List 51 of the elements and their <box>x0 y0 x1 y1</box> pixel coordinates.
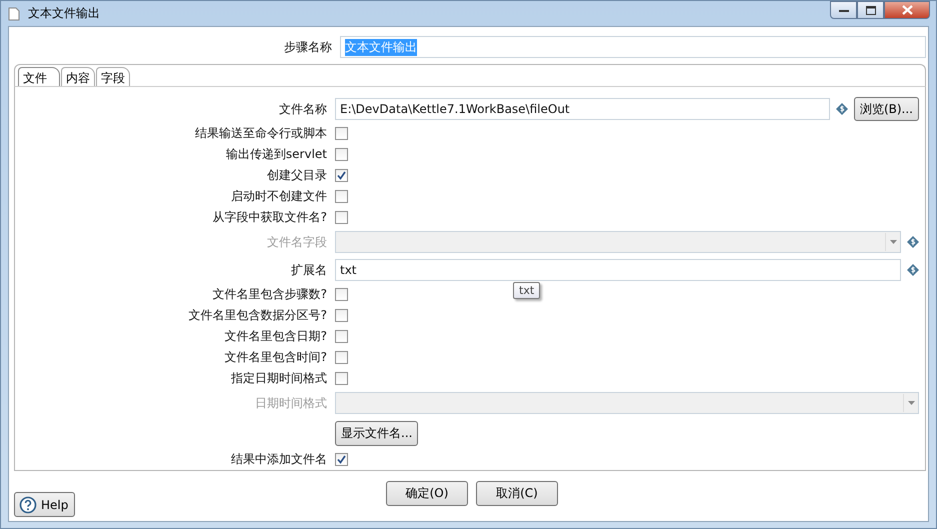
field-label: 文件名里包含步骤数? <box>212 286 327 303</box>
field-label: 从字段中获取文件名? <box>212 209 327 226</box>
checkbox[interactable] <box>335 309 348 322</box>
field-label: 结果输送至命令行或脚本 <box>194 125 327 142</box>
text-field[interactable]: E:\DevData\Kettle7.1WorkBase\fileOut <box>335 98 830 120</box>
window-title: 文本文件输出 <box>28 5 100 22</box>
text-field[interactable]: txt <box>335 259 901 281</box>
document-icon <box>8 6 20 20</box>
checkbox[interactable] <box>335 372 348 385</box>
checkbox[interactable] <box>335 190 348 203</box>
tab[interactable]: 内容 <box>61 67 95 86</box>
checkbox[interactable] <box>335 288 348 301</box>
tab[interactable]: 字段 <box>96 67 130 86</box>
help-button[interactable]: Help <box>14 492 76 517</box>
dropdown-field[interactable] <box>335 392 919 414</box>
dropdown-arrow-icon <box>885 233 900 251</box>
show-filenames-button[interactable]: 显示文件名... <box>335 420 418 446</box>
field-label: 启动时不创建文件 <box>230 188 327 205</box>
field-label: 创建父目录 <box>266 167 327 184</box>
minimize-icon <box>838 7 848 13</box>
checkbox[interactable] <box>335 211 348 224</box>
checkbox[interactable] <box>335 453 348 466</box>
minimize-button[interactable] <box>830 1 857 19</box>
browse-button[interactable]: 浏览(B)... <box>854 97 919 121</box>
checkbox[interactable] <box>335 127 348 140</box>
field-label: 结果中添加文件名 <box>230 451 327 468</box>
maximize-button[interactable] <box>857 1 884 19</box>
field-label: 文件名里包含数据分区号? <box>188 307 327 324</box>
maximize-icon <box>866 6 876 14</box>
close-button[interactable] <box>884 1 930 19</box>
checkbox[interactable] <box>335 351 348 364</box>
field-label: 指定日期时间格式 <box>230 370 327 387</box>
checkbox[interactable] <box>335 330 348 343</box>
close-icon <box>902 5 912 15</box>
step-name-label: 步骤名称 <box>283 38 333 56</box>
field-label: 文件名字段 <box>266 234 327 250</box>
checkbox[interactable] <box>335 148 348 161</box>
dropdown-arrow-icon <box>903 394 918 412</box>
cancel-button[interactable]: 取消(C) <box>476 481 558 506</box>
field-label: 输出传递到servlet <box>224 146 327 163</box>
help-icon <box>19 496 37 514</box>
field-label: 日期时间格式 <box>254 394 327 412</box>
field-label: 文件名里包含日期? <box>224 328 327 345</box>
ok-button[interactable]: 确定(O) <box>386 481 468 506</box>
tab[interactable]: 文件 <box>18 67 60 86</box>
field-label: 扩展名 <box>290 262 327 278</box>
dropdown-field[interactable] <box>335 231 901 253</box>
field-label: 文件名里包含时间? <box>224 349 327 366</box>
tooltip: txt <box>513 282 540 299</box>
field-label: 文件名称 <box>278 100 327 118</box>
checkbox[interactable] <box>335 169 348 182</box>
